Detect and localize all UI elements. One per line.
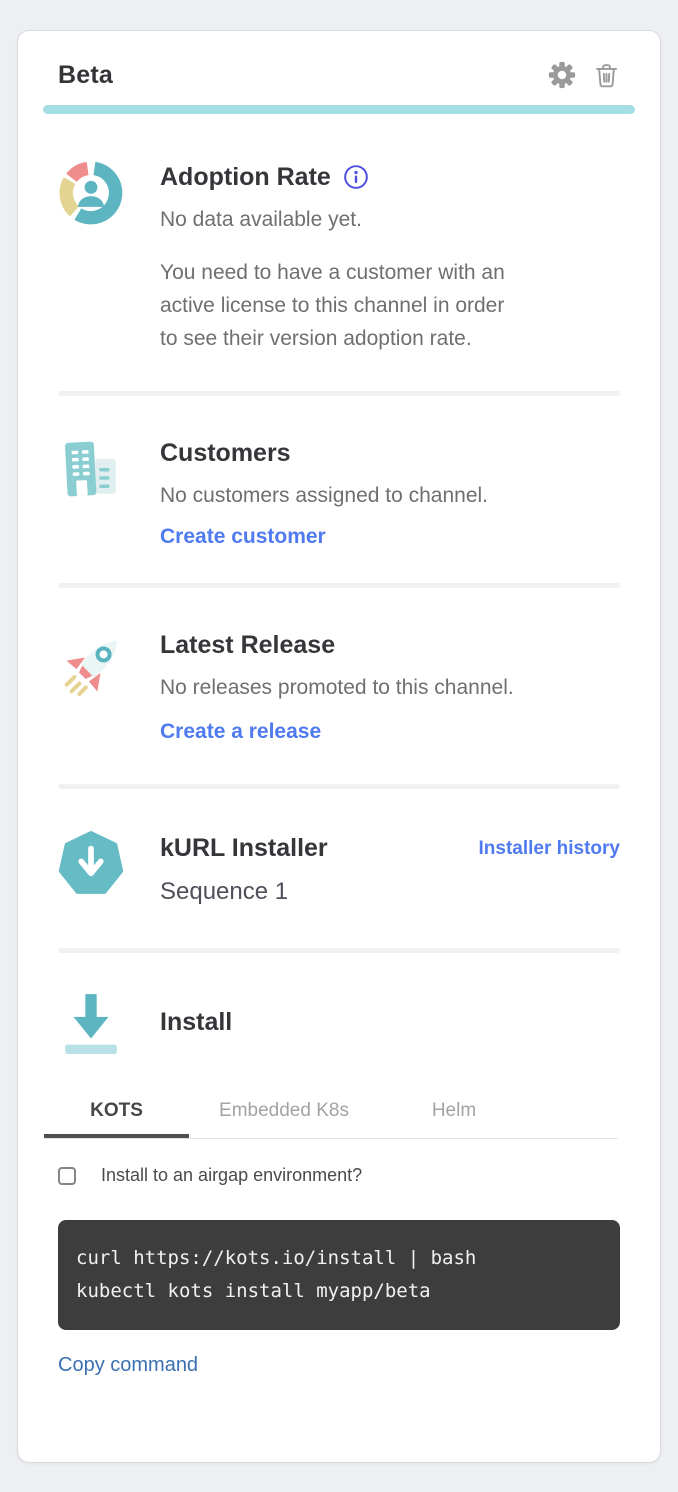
- section-divider: [58, 948, 620, 953]
- install-command-codeblock[interactable]: curl https://kots.io/install | bashkubec…: [58, 1220, 620, 1330]
- create-customer-link[interactable]: Create customer: [160, 525, 326, 549]
- code-line: kubectl kots install myapp/beta: [76, 1275, 602, 1308]
- installer-history-link[interactable]: Installer history: [479, 838, 621, 860]
- section-divider: [58, 391, 620, 396]
- install-tabs: KOTS Embedded K8s Helm: [44, 1094, 618, 1139]
- section-divider: [58, 784, 620, 789]
- code-line: curl https://kots.io/install | bash: [76, 1242, 602, 1275]
- tab-embedded-k8s[interactable]: Embedded K8s: [189, 1094, 379, 1138]
- channel-accent-bar: [43, 105, 635, 114]
- tab-kots[interactable]: KOTS: [44, 1094, 189, 1138]
- customers-title: Customers: [160, 436, 620, 470]
- rocket-icon: [58, 628, 124, 707]
- install-title: Install: [160, 1005, 620, 1039]
- card-body: Adoption Rate No data available yet. You…: [18, 160, 660, 1377]
- heptagon-download-icon: [58, 831, 124, 902]
- section-divider: [58, 583, 620, 588]
- latest-release-section: Latest Release No releases promoted to t…: [58, 628, 620, 744]
- installer-sequence: Sequence 1: [160, 875, 620, 908]
- copy-command-link[interactable]: Copy command: [58, 1354, 198, 1377]
- trash-icon[interactable]: [593, 61, 620, 90]
- adoption-rate-section: Adoption Rate No data available yet. You…: [58, 160, 620, 355]
- channel-card: Beta: [17, 30, 661, 1463]
- release-empty-message: No releases promoted to this channel.: [160, 671, 620, 704]
- customers-section: Customers No customers assigned to chann…: [58, 436, 620, 549]
- airgap-option-row: Install to an airgap environment?: [58, 1165, 620, 1186]
- header-actions: [547, 60, 620, 90]
- gear-icon[interactable]: [547, 60, 577, 90]
- adoption-rate-title: Adoption Rate: [160, 160, 620, 194]
- buildings-icon: [58, 436, 124, 507]
- create-release-link[interactable]: Create a release: [160, 720, 321, 744]
- install-section: Install: [58, 989, 620, 1062]
- customers-empty-message: No customers assigned to channel.: [160, 479, 620, 512]
- channel-title: Beta: [58, 59, 113, 91]
- download-icon: [58, 989, 124, 1062]
- kurl-installer-section: kURL Installer Installer history Sequenc…: [58, 831, 620, 908]
- adoption-empty-description: You need to have a customer with an acti…: [160, 256, 620, 355]
- airgap-checkbox-label: Install to an airgap environment?: [101, 1165, 362, 1186]
- adoption-rate-donut-user-icon: [58, 160, 124, 231]
- latest-release-title: Latest Release: [160, 628, 620, 662]
- info-icon[interactable]: [343, 164, 369, 190]
- tab-helm[interactable]: Helm: [379, 1094, 529, 1138]
- airgap-checkbox[interactable]: [58, 1167, 76, 1185]
- kurl-installer-title: kURL Installer: [160, 831, 328, 865]
- card-header: Beta: [18, 31, 660, 105]
- adoption-empty-message: No data available yet.: [160, 203, 620, 236]
